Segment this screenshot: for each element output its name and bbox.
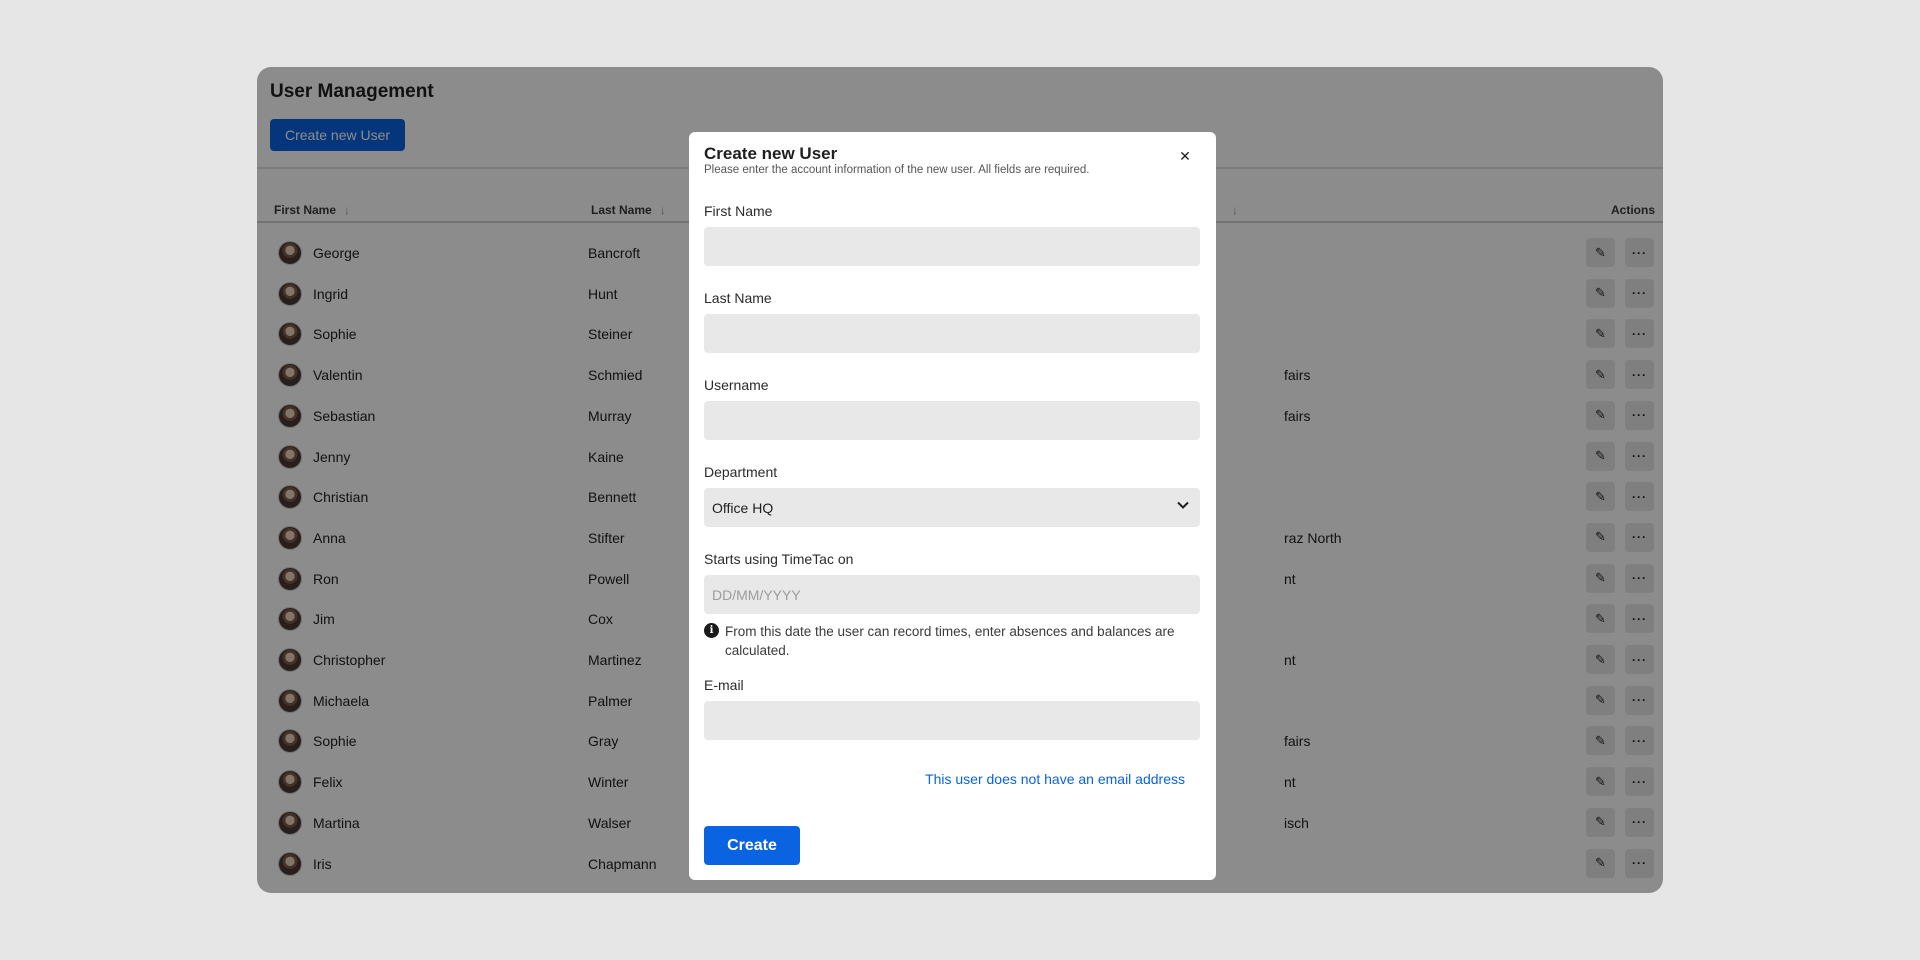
department-select[interactable]: Office HQ [704,488,1200,527]
department-selected-value: Office HQ [712,499,774,516]
email-label: E-mail [704,677,744,693]
dialog-subtitle: Please enter the account information of … [704,164,1090,176]
username-input[interactable] [704,401,1200,440]
dialog-title: Create new User [704,144,838,163]
start-date-hint: From this date the user can record times… [725,624,1175,658]
first-name-label: First Name [704,203,773,219]
close-icon[interactable]: ✕ [1175,146,1195,166]
chevron-down-icon [1176,498,1190,515]
start-date-input[interactable]: DD/MM/YYYY [704,575,1200,614]
username-label: Username [704,377,769,393]
info-icon: i [704,623,719,638]
create-user-dialog: Create new User Please enter the account… [689,132,1216,880]
first-name-input[interactable] [704,227,1200,266]
email-input[interactable] [704,701,1200,740]
no-email-link[interactable]: This user does not have an email address [917,771,1185,787]
start-date-label: Starts using TimeTac on [704,551,854,567]
last-name-label: Last Name [704,290,772,306]
create-button[interactable]: Create [704,826,800,865]
department-label: Department [704,464,778,480]
last-name-input[interactable] [704,314,1200,353]
